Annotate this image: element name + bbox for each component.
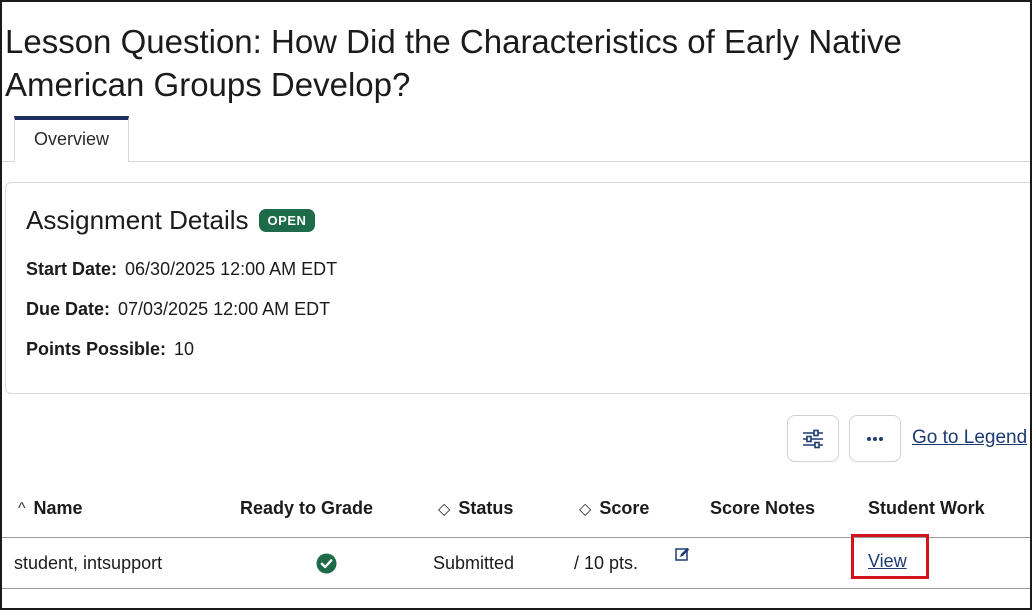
tab-overview[interactable]: Overview bbox=[14, 116, 129, 162]
column-header-score[interactable]: ◇ Score bbox=[579, 490, 649, 527]
status-badge: OPEN bbox=[258, 209, 316, 232]
page-title: Lesson Question: How Did the Characteris… bbox=[5, 23, 902, 103]
sliders-icon bbox=[803, 429, 823, 448]
chevron-up-icon: ^ bbox=[18, 499, 26, 517]
start-date-value: 06/30/2025 12:00 AM EDT bbox=[125, 259, 338, 279]
edit-score-button[interactable] bbox=[675, 547, 690, 567]
table-row-divider bbox=[0, 588, 1032, 589]
student-name-cell: student, intsupport bbox=[14, 552, 163, 573]
score-cell: / 10 pts. bbox=[574, 552, 639, 573]
column-header-score-label: Score bbox=[599, 498, 650, 518]
column-header-name[interactable]: ^ Name bbox=[18, 490, 83, 527]
assignment-details-title: Assignment Details bbox=[26, 205, 249, 235]
due-date-label: Due Date: bbox=[26, 299, 111, 319]
ready-to-grade-cell bbox=[316, 549, 337, 577]
assignment-details-card: Assignment Details OPEN Start Date: 06/30… bbox=[5, 182, 1032, 394]
points-possible-value: 10 bbox=[174, 339, 195, 359]
tab-bar: Overview bbox=[0, 116, 1032, 162]
due-date-value: 07/03/2025 12:00 AM EDT bbox=[118, 299, 331, 319]
filter-button[interactable] bbox=[787, 415, 839, 462]
assignment-details-header: Assignment Details OPEN bbox=[26, 205, 316, 236]
column-header-status-label: Status bbox=[458, 498, 514, 518]
sort-icon: ◇ bbox=[438, 500, 451, 518]
edit-icon bbox=[675, 547, 690, 561]
due-date-row: Due Date: 07/03/2025 12:00 AM EDT bbox=[26, 299, 330, 320]
status-cell: Submitted bbox=[433, 552, 515, 573]
column-header-status[interactable]: ◇ Status bbox=[438, 490, 513, 527]
go-to-legend-link[interactable]: Go to Legend bbox=[912, 427, 1027, 449]
column-header-score-notes: Score Notes bbox=[710, 498, 816, 518]
start-date-label: Start Date: bbox=[26, 259, 118, 279]
ellipsis-icon bbox=[867, 436, 883, 441]
start-date-row: Start Date: 06/30/2025 12:00 AM EDT bbox=[26, 259, 337, 280]
column-header-student-work: Student Work bbox=[868, 498, 985, 518]
points-possible-row: Points Possible: 10 bbox=[26, 339, 194, 360]
points-possible-label: Points Possible: bbox=[26, 339, 167, 359]
sort-icon: ◇ bbox=[579, 500, 592, 518]
column-header-ready-to-grade: Ready to Grade bbox=[240, 498, 374, 518]
check-circle-icon bbox=[316, 553, 337, 573]
view-student-work-link[interactable]: View bbox=[868, 551, 907, 572]
column-header-name-label: Name bbox=[33, 498, 83, 518]
more-options-button[interactable] bbox=[849, 415, 901, 462]
